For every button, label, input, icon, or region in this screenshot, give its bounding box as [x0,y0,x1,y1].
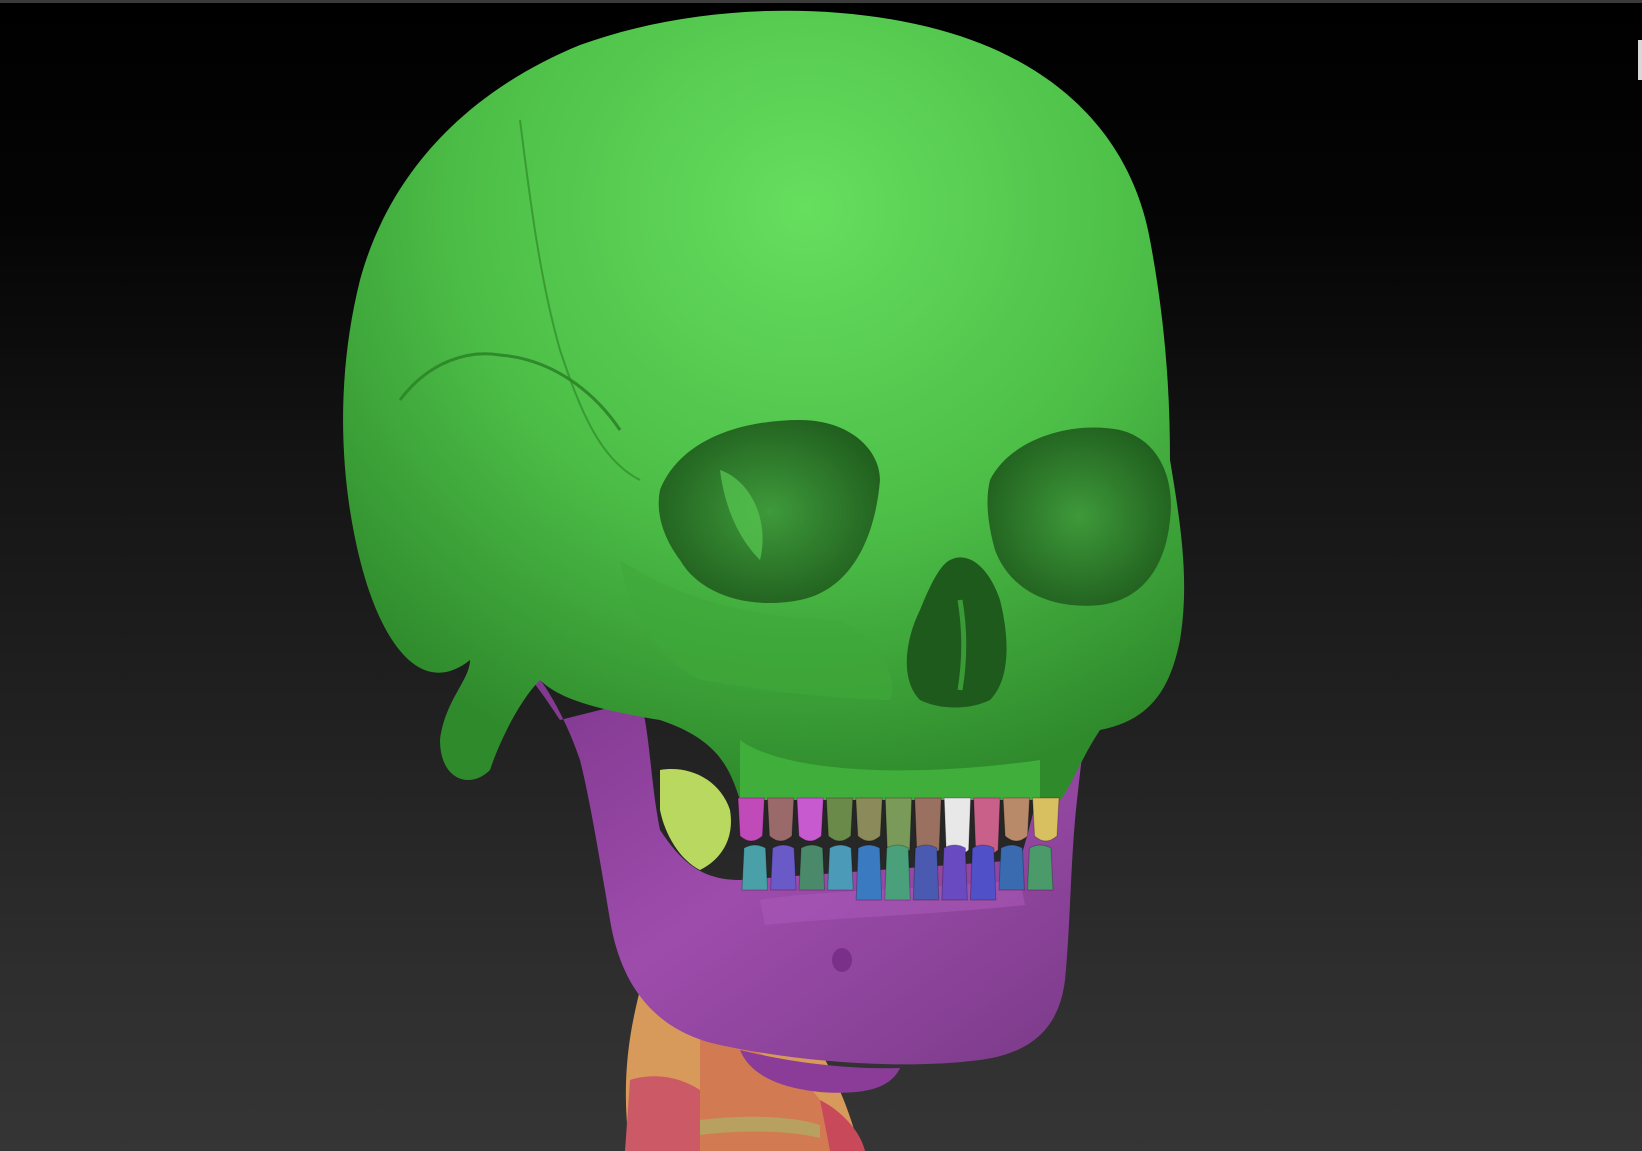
upper-tooth[interactable] [766,797,795,842]
upper-tooth[interactable] [855,797,883,842]
upper-tooth[interactable] [1002,797,1031,842]
lower-tooth[interactable] [884,844,911,901]
lower-tooth[interactable] [1026,844,1054,891]
lower-tooth[interactable] [912,844,940,901]
upper-tooth[interactable] [825,797,854,842]
lower-tooth[interactable] [855,844,883,901]
zbrush-viewport[interactable] [0,0,1642,1151]
lower-tooth[interactable] [741,844,769,891]
lower-tooth[interactable] [798,844,826,891]
lower-tooth[interactable] [827,844,854,891]
upper-tooth[interactable] [737,797,765,842]
skull-model-render[interactable] [0,0,1642,1151]
upper-tooth[interactable] [1032,797,1060,842]
lower-tooth[interactable] [998,844,1025,891]
lower-tooth[interactable] [941,844,968,901]
lower-tooth[interactable] [969,844,997,901]
cranium[interactable] [343,10,1185,800]
lower-tooth[interactable] [770,844,797,891]
upper-tooth[interactable] [796,797,824,842]
